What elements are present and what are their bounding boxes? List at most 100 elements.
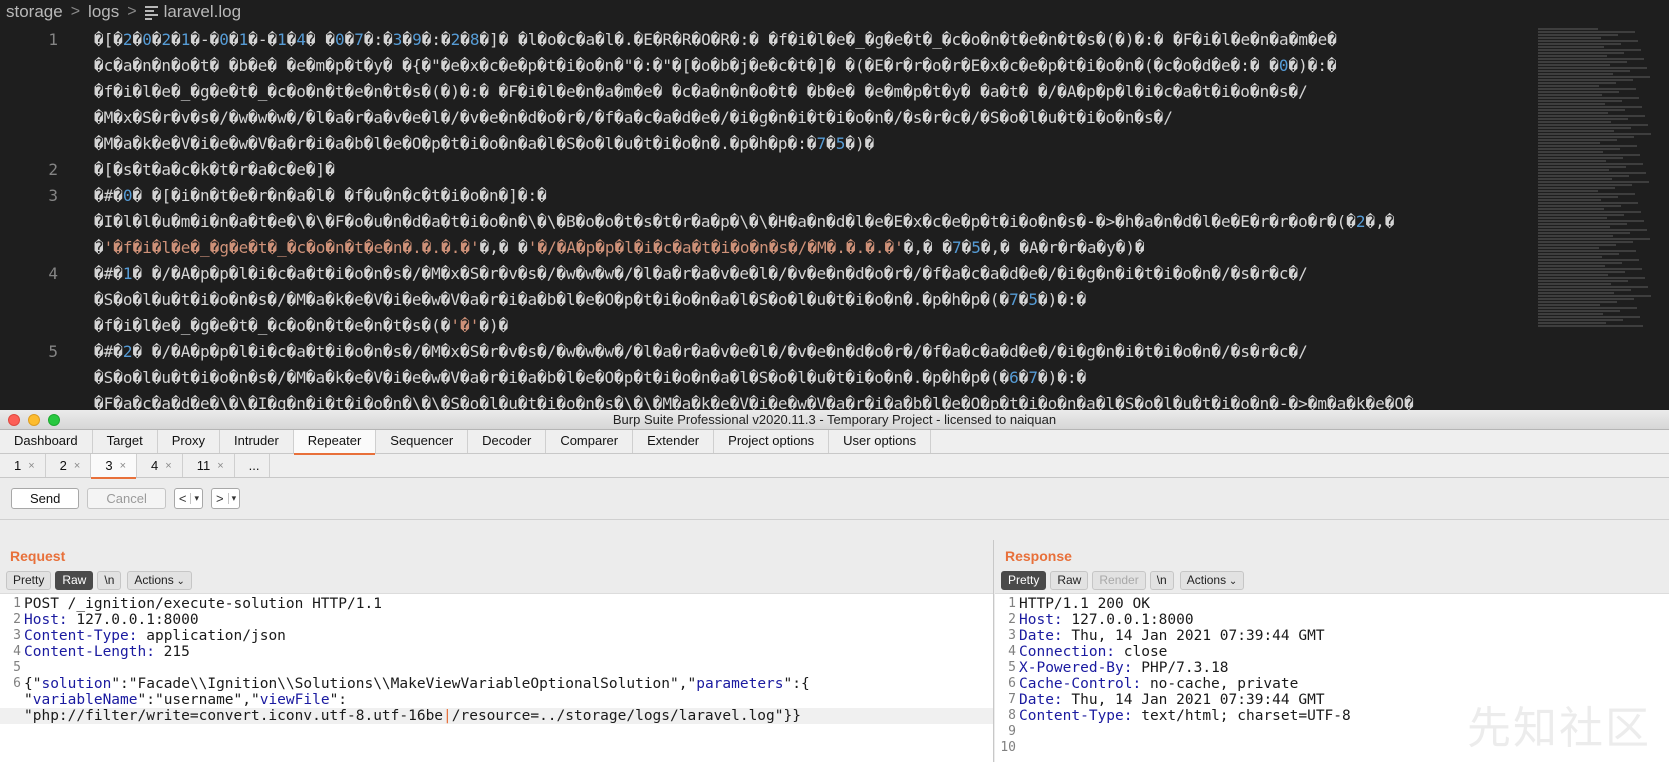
http-line: 3 Date: Thu, 14 Jan 2021 07:39:44 GMT <box>995 628 1669 644</box>
header-name: Connection: <box>1019 644 1116 660</box>
code-text: �I�l�l�u�m�i�n�a�t�e�\�\�F�o�u�n�d�a�t�i… <box>94 212 1395 231</box>
tab-comparer[interactable]: Comparer <box>546 430 634 453</box>
code-line: �S�o�l�u�t�i�o�n�s�/�M�a�k�e�V�i�e�w�V�a… <box>0 287 1530 313</box>
request-pane: Request Pretty Raw \n Actions 1POST /_ig… <box>0 540 994 762</box>
tab-decoder[interactable]: Decoder <box>468 430 547 453</box>
breadcrumb-storage[interactable]: storage <box>6 2 63 22</box>
dropdown-icon[interactable]: ▾ <box>227 493 240 504</box>
close-icon[interactable]: × <box>217 455 223 477</box>
tab-user-options[interactable]: User options <box>829 430 932 453</box>
request-editor[interactable]: 1 POST /_ignition/execute-solution HTTP/1… <box>0 594 993 724</box>
close-window-button[interactable] <box>8 414 20 426</box>
render-button[interactable]: Render <box>1092 571 1146 590</box>
repeater-tab-label: 4 <box>151 457 159 473</box>
chevron-left-icon: < <box>178 491 187 506</box>
code-line: �f�i�l�e�_�g�e�t�_�c�o�n�t�e�n�t�s�(�'�'… <box>0 313 1530 339</box>
breadcrumb: storage > logs > laravel.log <box>0 0 241 24</box>
breadcrumb-file[interactable]: laravel.log <box>164 2 242 22</box>
minimize-window-button[interactable] <box>28 414 40 426</box>
newline-toggle[interactable]: \n <box>97 571 122 590</box>
pretty-button[interactable]: Pretty <box>6 571 52 590</box>
line-number <box>0 131 58 157</box>
repeater-tab-label: 11 <box>196 457 211 473</box>
header-name: Content-Type: <box>1019 708 1133 724</box>
chevron-right-icon: > <box>127 3 137 20</box>
code-line: �c�a�n�n�o�t� �b�e� �e�m�p�t�y� �{�"�e�x… <box>0 53 1530 79</box>
repeater-tab[interactable]: 2 × <box>46 454 92 477</box>
back-button[interactable]: < ▾ <box>173 488 203 509</box>
header-name: Host: <box>1019 612 1063 628</box>
code-text: �M�a�k�e�V�i�e�w�V�a�r�i�a�b�l�e�O�p�t�i… <box>94 134 875 153</box>
repeater-tab[interactable]: 3 × <box>91 454 138 479</box>
tab-sequencer[interactable]: Sequencer <box>376 430 469 453</box>
tab-dashboard[interactable]: Dashboard <box>0 430 93 453</box>
header-value: HTTP/1.1 200 OK <box>1019 596 1150 612</box>
main-tabs: Dashboard Target Proxy Intruder Repeater Sequ… <box>0 430 1669 455</box>
repeater-tab[interactable]: 11 × <box>183 454 235 477</box>
window-controls <box>8 414 60 426</box>
code-line: �S�o�l�u�t�i�o�n�s�/�M�a�k�e�V�i�e�w�V�a… <box>0 365 1530 391</box>
line-number: 4 <box>1008 644 1016 659</box>
close-icon[interactable]: × <box>165 455 171 477</box>
repeater-tabs: 1 × 2 × 3 × 4 × 11 ×... <box>0 454 1669 479</box>
line-number: 10 <box>1000 740 1016 755</box>
code-text: �M�x�S�r�v�s�/�w�w�w�/�l�a�r�a�v�e�l�/�v… <box>94 108 1173 127</box>
newline-toggle[interactable]: \n <box>1149 571 1174 590</box>
http-line: 5 X-Powered-By: PHP/7.3.18 <box>995 660 1669 676</box>
line-number: 5 <box>13 660 21 675</box>
cancel-button[interactable]: Cancel <box>87 488 166 509</box>
header-value: no-cache, private <box>1141 676 1299 692</box>
header-value: 127.0.0.1:8000 <box>1062 612 1194 628</box>
actions-dropdown[interactable]: Actions <box>1179 571 1245 590</box>
minimap[interactable] <box>1538 28 1652 338</box>
repeater-toolbar: Send Cancel < ▾ > ▾ <box>0 478 1669 520</box>
tab-extender[interactable]: Extender <box>633 430 715 453</box>
close-icon[interactable]: × <box>120 455 126 477</box>
repeater-tab-label: ... <box>248 457 260 473</box>
repeater-tab[interactable]: 1 × <box>0 454 46 477</box>
close-icon[interactable]: × <box>74 455 80 477</box>
forward-button[interactable]: > ▾ <box>210 488 241 509</box>
code-editor: storage > logs > laravel.log 1 �[�2�0�2�1… <box>0 0 1669 410</box>
code-text: �#�2� �/�A�p�p�l�i�c�a�t�i�o�n�s�/�M�x�S… <box>94 342 1308 361</box>
http-line: 3 Content-Type: application/json <box>0 628 993 644</box>
http-line: 2 Host: 127.0.0.1:8000 <box>995 612 1669 628</box>
http-line: 1 HTTP/1.1 200 OK <box>995 596 1669 612</box>
window-title: Burp Suite Professional v2020.11.3 - Tem… <box>612 412 1057 427</box>
raw-button[interactable]: Raw <box>1050 571 1089 590</box>
line-number: 1 <box>48 30 58 49</box>
maximize-window-button[interactable] <box>48 414 60 426</box>
line-number: 3 <box>48 186 58 205</box>
line-number: 5 <box>48 342 58 361</box>
actions-dropdown[interactable]: Actions <box>127 571 192 590</box>
send-button[interactable]: Send <box>11 488 80 509</box>
pretty-button[interactable]: Pretty <box>1001 571 1047 590</box>
header-value: text/html; charset=UTF-8 <box>1132 708 1351 724</box>
tab-target[interactable]: Target <box>93 430 158 453</box>
title-bar: Burp Suite Professional v2020.11.3 - Tem… <box>0 410 1669 430</box>
http-line: 2 Host: 127.0.0.1:8000 <box>0 612 993 628</box>
line-number: 4 <box>48 264 58 283</box>
code-line: �F�a�c�a�d�e�\�\�I�g�n�i�t�i�o�n�\�\�S�o… <box>0 391 1530 410</box>
request-view-bar: Pretty Raw \n Actions <box>0 568 993 594</box>
http-line: 4 Connection: close <box>995 644 1669 660</box>
dropdown-icon[interactable]: ▾ <box>190 493 202 504</box>
http-line: 4 Content-Length: 215 <box>0 644 993 660</box>
repeater-tab-label: 2 <box>59 457 67 473</box>
header-value: Thu, 14 Jan 2021 07:39:44 GMT <box>1062 692 1325 708</box>
close-icon[interactable]: × <box>28 455 34 477</box>
header-name: Content-Type: <box>24 628 138 644</box>
tab-proxy[interactable]: Proxy <box>158 430 220 453</box>
code-text: �[�s�t�a�c�k�t�r�a�c�e�]� <box>94 160 335 179</box>
repeater-tab[interactable]: ... <box>235 454 271 477</box>
breadcrumb-logs[interactable]: logs <box>88 2 119 22</box>
repeater-tab[interactable]: 4 × <box>137 454 183 477</box>
http-line: 6 Cache-Control: no-cache, private <box>995 676 1669 692</box>
line-number: 8 <box>1008 708 1016 723</box>
request-body-line: "php://filter/write=convert.iconv.utf-8.… <box>0 708 993 724</box>
raw-button[interactable]: Raw <box>55 571 94 590</box>
tab-intruder[interactable]: Intruder <box>220 430 294 453</box>
tab-project-options[interactable]: Project options <box>714 430 830 453</box>
tab-repeater[interactable]: Repeater <box>293 430 377 455</box>
code-line: �M�a�k�e�V�i�e�w�V�a�r�i�a�b�l�e�O�p�t�i… <box>0 131 1530 157</box>
